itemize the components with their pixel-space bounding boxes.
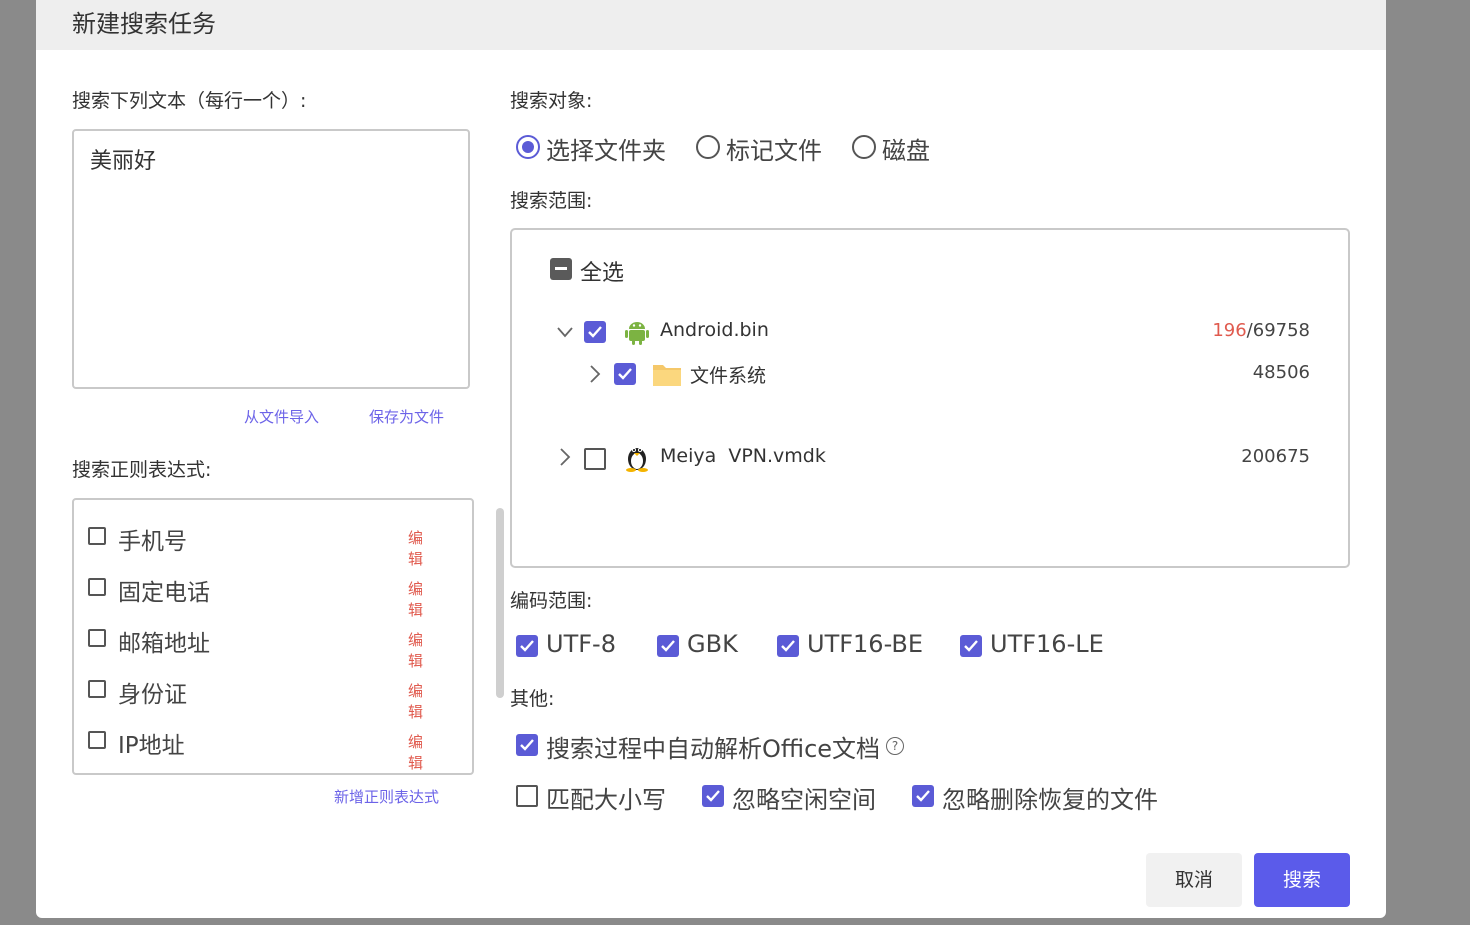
ignore-deleted-label[interactable]: 忽略删除恢复的文件 [942,780,1158,815]
regex-item-id-card[interactable]: 身份证 编辑 [88,677,428,721]
regex-edit-link[interactable]: 编辑 [408,527,428,569]
regex-email-checkbox[interactable] [88,629,106,647]
utf8-checkbox[interactable] [516,635,538,657]
regex-landline-checkbox[interactable] [88,578,106,596]
save-to-file-link[interactable]: 保存为文件 [369,406,444,427]
encoding-label: 编码范围: [510,590,593,612]
regex-label: 搜索正则表达式: [72,459,212,481]
match-case-label[interactable]: 匹配大小写 [546,780,666,815]
utf16be-label[interactable]: UTF16-BE [807,630,923,658]
parse-office-label[interactable]: 搜索过程中自动解析Office文档 [546,729,880,764]
regex-item-label: 身份证 [118,682,187,708]
ignore-free-space-label[interactable]: 忽略空闲空间 [732,780,876,815]
regex-edit-link[interactable]: 编辑 [408,629,428,671]
select-all-checkbox[interactable] [550,258,572,280]
dialog-title: 新建搜索任务 [72,10,216,38]
search-text-value: 美丽好 [90,149,157,174]
gbk-label[interactable]: GBK [687,630,738,658]
new-search-dialog: 新建搜索任务 搜索下列文本（每行一个）: 美丽好 从文件导入 保存为文件 搜索正… [36,0,1386,918]
import-from-file-link[interactable]: 从文件导入 [244,406,319,427]
folder-icon [653,365,681,386]
radio-select-folder[interactable] [516,135,540,159]
regex-phone-checkbox[interactable] [88,527,106,545]
android-bin-name[interactable]: Android.bin [660,319,769,341]
target-label: 搜索对象: [510,90,593,112]
regex-item-label: 邮箱地址 [118,631,210,657]
radio-disk[interactable] [852,135,876,159]
chevron-right-icon[interactable] [558,447,572,467]
utf16be-checkbox[interactable] [777,635,799,657]
meiya-vmdk-name[interactable]: Meiya VPN.vmdk [660,445,826,467]
chevron-down-icon[interactable] [556,325,574,339]
search-text-input[interactable]: 美丽好 [72,129,470,389]
regex-item-ip[interactable]: IP地址 编辑 [88,728,428,772]
radio-marked-files[interactable] [696,135,720,159]
regex-id-card-checkbox[interactable] [88,680,106,698]
regex-item-phone[interactable]: 手机号 编辑 [88,524,428,568]
radio-select-folder-label[interactable]: 选择文件夹 [546,131,666,166]
cancel-button[interactable]: 取消 [1146,853,1242,907]
scope-label: 搜索范围: [510,190,593,212]
android-icon [625,322,649,345]
regex-edit-link[interactable]: 编辑 [408,731,428,773]
regex-item-label: 固定电话 [118,580,210,606]
regex-edit-link[interactable]: 编辑 [408,680,428,722]
meiya-vmdk-count: 200675 [1241,446,1310,467]
add-regex-link[interactable]: 新增正则表达式 [334,786,439,807]
gbk-checkbox[interactable] [657,635,679,657]
radio-marked-files-label[interactable]: 标记文件 [726,131,822,166]
filesystem-checkbox[interactable] [614,363,636,385]
android-bin-total-count: /69758 [1246,320,1310,341]
utf8-label[interactable]: UTF-8 [546,630,616,658]
regex-item-label: IP地址 [118,733,185,759]
meiya-vmdk-checkbox[interactable] [584,448,606,470]
regex-ip-checkbox[interactable] [88,731,106,749]
regex-list: 手机号 编辑 固定电话 编辑 邮箱地址 编辑 身份证 编辑 IP地址 编辑 [72,498,504,775]
android-bin-count: 196/69758 [1150,320,1310,341]
other-label: 其他: [510,688,555,710]
ignore-free-space-checkbox[interactable] [702,785,724,807]
text-search-label: 搜索下列文本（每行一个）: [72,90,307,112]
regex-edit-link[interactable]: 编辑 [408,578,428,620]
filesystem-name[interactable]: 文件系统 [690,361,766,388]
regex-item-email[interactable]: 邮箱地址 编辑 [88,626,428,670]
dialog-header: 新建搜索任务 [36,0,1386,50]
android-bin-hit-count: 196 [1212,320,1247,341]
help-icon[interactable]: ? [886,737,904,755]
match-case-checkbox[interactable] [516,785,538,807]
select-all-label[interactable]: 全选 [580,255,624,287]
radio-disk-label[interactable]: 磁盘 [882,131,930,166]
utf16le-checkbox[interactable] [960,635,982,657]
scope-tree: 全选 Android.bin 196/69758 文件系统 48506 Meiy… [510,228,1350,568]
ignore-deleted-checkbox[interactable] [912,785,934,807]
regex-item-label: 手机号 [118,529,187,555]
linux-penguin-icon [626,448,648,472]
search-button[interactable]: 搜索 [1254,853,1350,907]
utf16le-label[interactable]: UTF16-LE [990,630,1104,658]
filesystem-count: 48506 [1252,362,1310,383]
regex-item-landline[interactable]: 固定电话 编辑 [88,575,428,619]
parse-office-checkbox[interactable] [516,734,538,756]
regex-scrollbar[interactable] [496,508,504,698]
chevron-right-icon[interactable] [588,364,602,384]
android-bin-checkbox[interactable] [584,321,606,343]
